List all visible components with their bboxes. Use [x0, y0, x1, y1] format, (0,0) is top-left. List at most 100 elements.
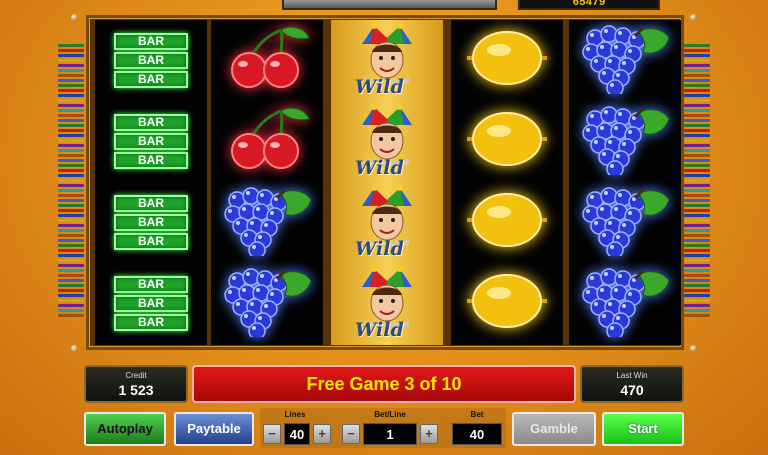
paytable-button[interactable]: Paytable — [174, 412, 254, 446]
payline-marker — [684, 159, 710, 162]
payline-marker — [58, 79, 84, 82]
payline-marker — [58, 74, 84, 77]
payline-marker — [684, 134, 710, 137]
payline-marker — [58, 179, 84, 182]
grape-icon — [219, 265, 315, 342]
payline-marker — [684, 129, 710, 132]
payline-marker — [58, 244, 84, 247]
bar-label: BAR — [114, 295, 188, 312]
payline-marker — [684, 54, 710, 57]
start-button[interactable]: Start — [602, 412, 684, 446]
lines-minus-button[interactable]: − — [263, 424, 281, 444]
payline-marker — [684, 179, 710, 182]
joker-wild-icon: Wild — [331, 182, 443, 263]
payline-marker — [58, 189, 84, 192]
payline-marker — [684, 264, 710, 267]
payline-marker — [684, 139, 710, 142]
reel-symbol — [569, 182, 681, 263]
payline-marker — [684, 304, 710, 307]
payline-marker — [684, 229, 710, 232]
payline-marker — [684, 274, 710, 277]
payline-marker — [58, 289, 84, 292]
lemon-icon — [459, 22, 555, 99]
payline-marker — [58, 114, 84, 117]
payline-marker — [58, 64, 84, 67]
reel-1: BAR BAR BAR BAR BAR BAR BAR BAR BAR BAR … — [95, 20, 207, 345]
payline-marker — [684, 269, 710, 272]
wild-label: Wild — [355, 238, 404, 260]
gamble-button[interactable]: Gamble — [512, 412, 596, 446]
reel-symbol — [211, 263, 323, 344]
payline-marker — [684, 194, 710, 197]
payline-marker — [58, 54, 84, 57]
autoplay-button[interactable]: Autoplay — [84, 412, 166, 446]
payline-marker — [58, 304, 84, 307]
reel-2 — [211, 20, 323, 345]
reel-symbol — [569, 20, 681, 101]
payline-marker — [684, 284, 710, 287]
reel-symbol — [451, 101, 563, 182]
lines-plus-button[interactable]: + — [313, 424, 331, 444]
rivet — [690, 14, 697, 21]
top-counter: 65479 — [518, 0, 660, 10]
payline-marker — [684, 109, 710, 112]
reel-frame: BAR BAR BAR BAR BAR BAR BAR BAR BAR BAR … — [86, 15, 684, 350]
lemon-icon — [459, 265, 555, 342]
payline-marker — [684, 294, 710, 297]
bar-label: BAR — [114, 133, 188, 150]
payline-marker — [684, 244, 710, 247]
payline-marker — [58, 124, 84, 127]
bet-line-minus-button[interactable]: − — [342, 424, 360, 444]
payline-marker — [684, 144, 710, 147]
payline-marker — [684, 184, 710, 187]
bar-symbol: BAR BAR BAR — [114, 33, 188, 88]
bar-label: BAR — [114, 114, 188, 131]
payline-marker — [58, 294, 84, 297]
payline-marker — [684, 49, 710, 52]
payline-marker — [684, 309, 710, 312]
bar-label: BAR — [114, 52, 188, 69]
payline-marker — [58, 299, 84, 302]
reel-4 — [451, 20, 563, 345]
payline-marker — [58, 284, 84, 287]
lemon-icon — [459, 103, 555, 180]
reel-symbol: BAR BAR BAR — [95, 263, 207, 344]
payline-marker — [684, 249, 710, 252]
payline-marker — [58, 224, 84, 227]
payline-marker — [684, 119, 710, 122]
joker-wild-icon: Wild — [331, 20, 443, 101]
lemon-icon — [459, 184, 555, 261]
payline-marker — [58, 94, 84, 97]
payline-marker — [58, 134, 84, 137]
reel-symbol: Wild — [331, 263, 443, 344]
payline-marker — [58, 109, 84, 112]
payline-marker — [58, 184, 84, 187]
payline-marker — [58, 229, 84, 232]
grape-icon — [219, 184, 315, 261]
grape-icon — [577, 184, 673, 261]
wild-label: Wild — [355, 319, 404, 341]
bet-label: Bet — [470, 410, 484, 419]
reel-symbol — [569, 263, 681, 344]
cherry-icon — [219, 103, 315, 180]
credit-label: Credit — [125, 371, 147, 380]
joker-wild-icon: Wild — [331, 101, 443, 182]
payline-marker — [58, 129, 84, 132]
payline-marker — [58, 204, 84, 207]
payline-marker — [58, 49, 84, 52]
payline-marker — [684, 79, 710, 82]
bet-line-label: Bet/Line — [374, 410, 406, 419]
payline-marker — [58, 314, 84, 317]
payline-marker — [58, 219, 84, 222]
payline-marker — [684, 99, 710, 102]
payline-marker — [684, 154, 710, 157]
bet-line-plus-button[interactable]: + — [420, 424, 438, 444]
payline-marker — [684, 209, 710, 212]
reel-symbol: Wild — [331, 101, 443, 182]
payline-marker — [58, 159, 84, 162]
bar-symbol: BAR BAR BAR — [114, 195, 188, 250]
payline-marker — [58, 309, 84, 312]
payline-marker — [58, 149, 84, 152]
payline-marker — [684, 114, 710, 117]
payline-marker — [58, 164, 84, 167]
